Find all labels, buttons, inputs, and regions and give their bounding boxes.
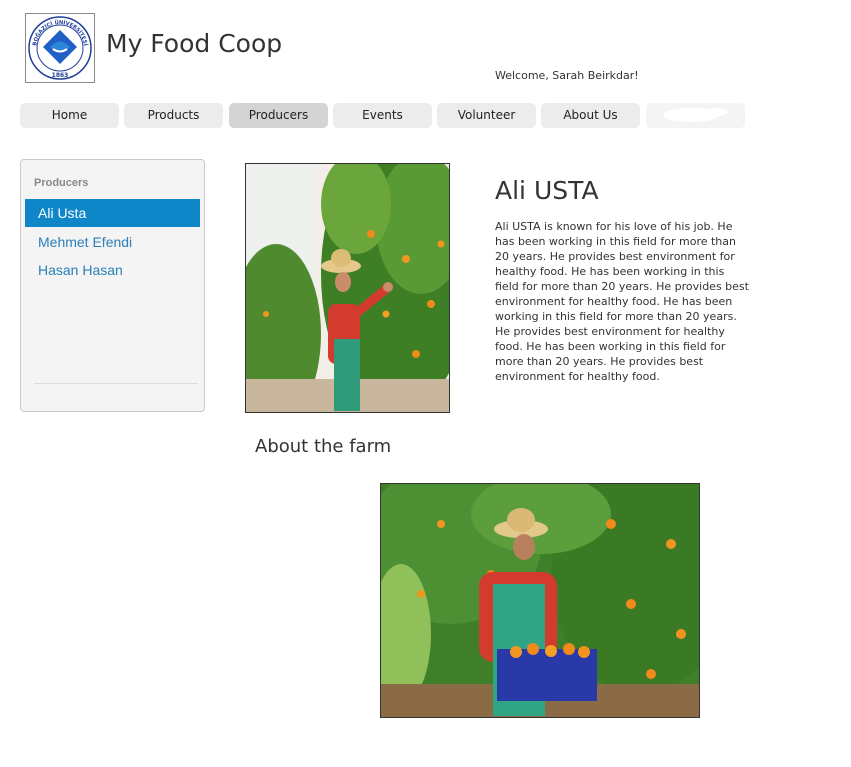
sidebar-item-hasan-hasan[interactable]: Hasan Hasan xyxy=(25,256,200,284)
producers-sidebar: Producers Ali Usta Mehmet Efendi Hasan H… xyxy=(20,159,205,412)
nav-events[interactable]: Events xyxy=(333,103,432,128)
farmer-picking-oranges-icon xyxy=(246,164,449,412)
blurred-shape-icon xyxy=(663,108,728,122)
nav-home[interactable]: Home xyxy=(20,103,119,128)
nav-extra-placeholder[interactable] xyxy=(646,103,745,128)
producer-photo xyxy=(245,163,450,413)
university-logo[interactable]: BOĞAZİÇİ ÜNİVERSİTESİ 1863 xyxy=(25,13,95,83)
nav-volunteer[interactable]: Volunteer xyxy=(437,103,536,128)
sidebar-divider xyxy=(34,383,198,384)
nav-producers[interactable]: Producers xyxy=(229,103,328,128)
university-seal-icon: BOĞAZİÇİ ÜNİVERSİTESİ 1863 xyxy=(28,16,92,80)
logo-year: 1863 xyxy=(52,72,69,79)
farmer-with-orange-crate-icon xyxy=(381,484,699,717)
nav-about-us[interactable]: About Us xyxy=(541,103,640,128)
site-title[interactable]: My Food Coop xyxy=(106,29,282,58)
nav-products[interactable]: Products xyxy=(124,103,223,128)
sidebar-title: Producers xyxy=(34,177,89,189)
welcome-message: Welcome, Sarah Beirkdar! xyxy=(495,69,639,82)
sidebar-item-ali-usta[interactable]: Ali Usta xyxy=(25,199,200,227)
producer-name: Ali USTA xyxy=(495,176,599,205)
producer-bio: Ali USTA is known for his love of his jo… xyxy=(495,220,749,383)
farm-photo xyxy=(380,483,700,718)
sidebar-item-mehmet-efendi[interactable]: Mehmet Efendi xyxy=(25,228,200,256)
about-farm-heading: About the farm xyxy=(255,436,392,457)
